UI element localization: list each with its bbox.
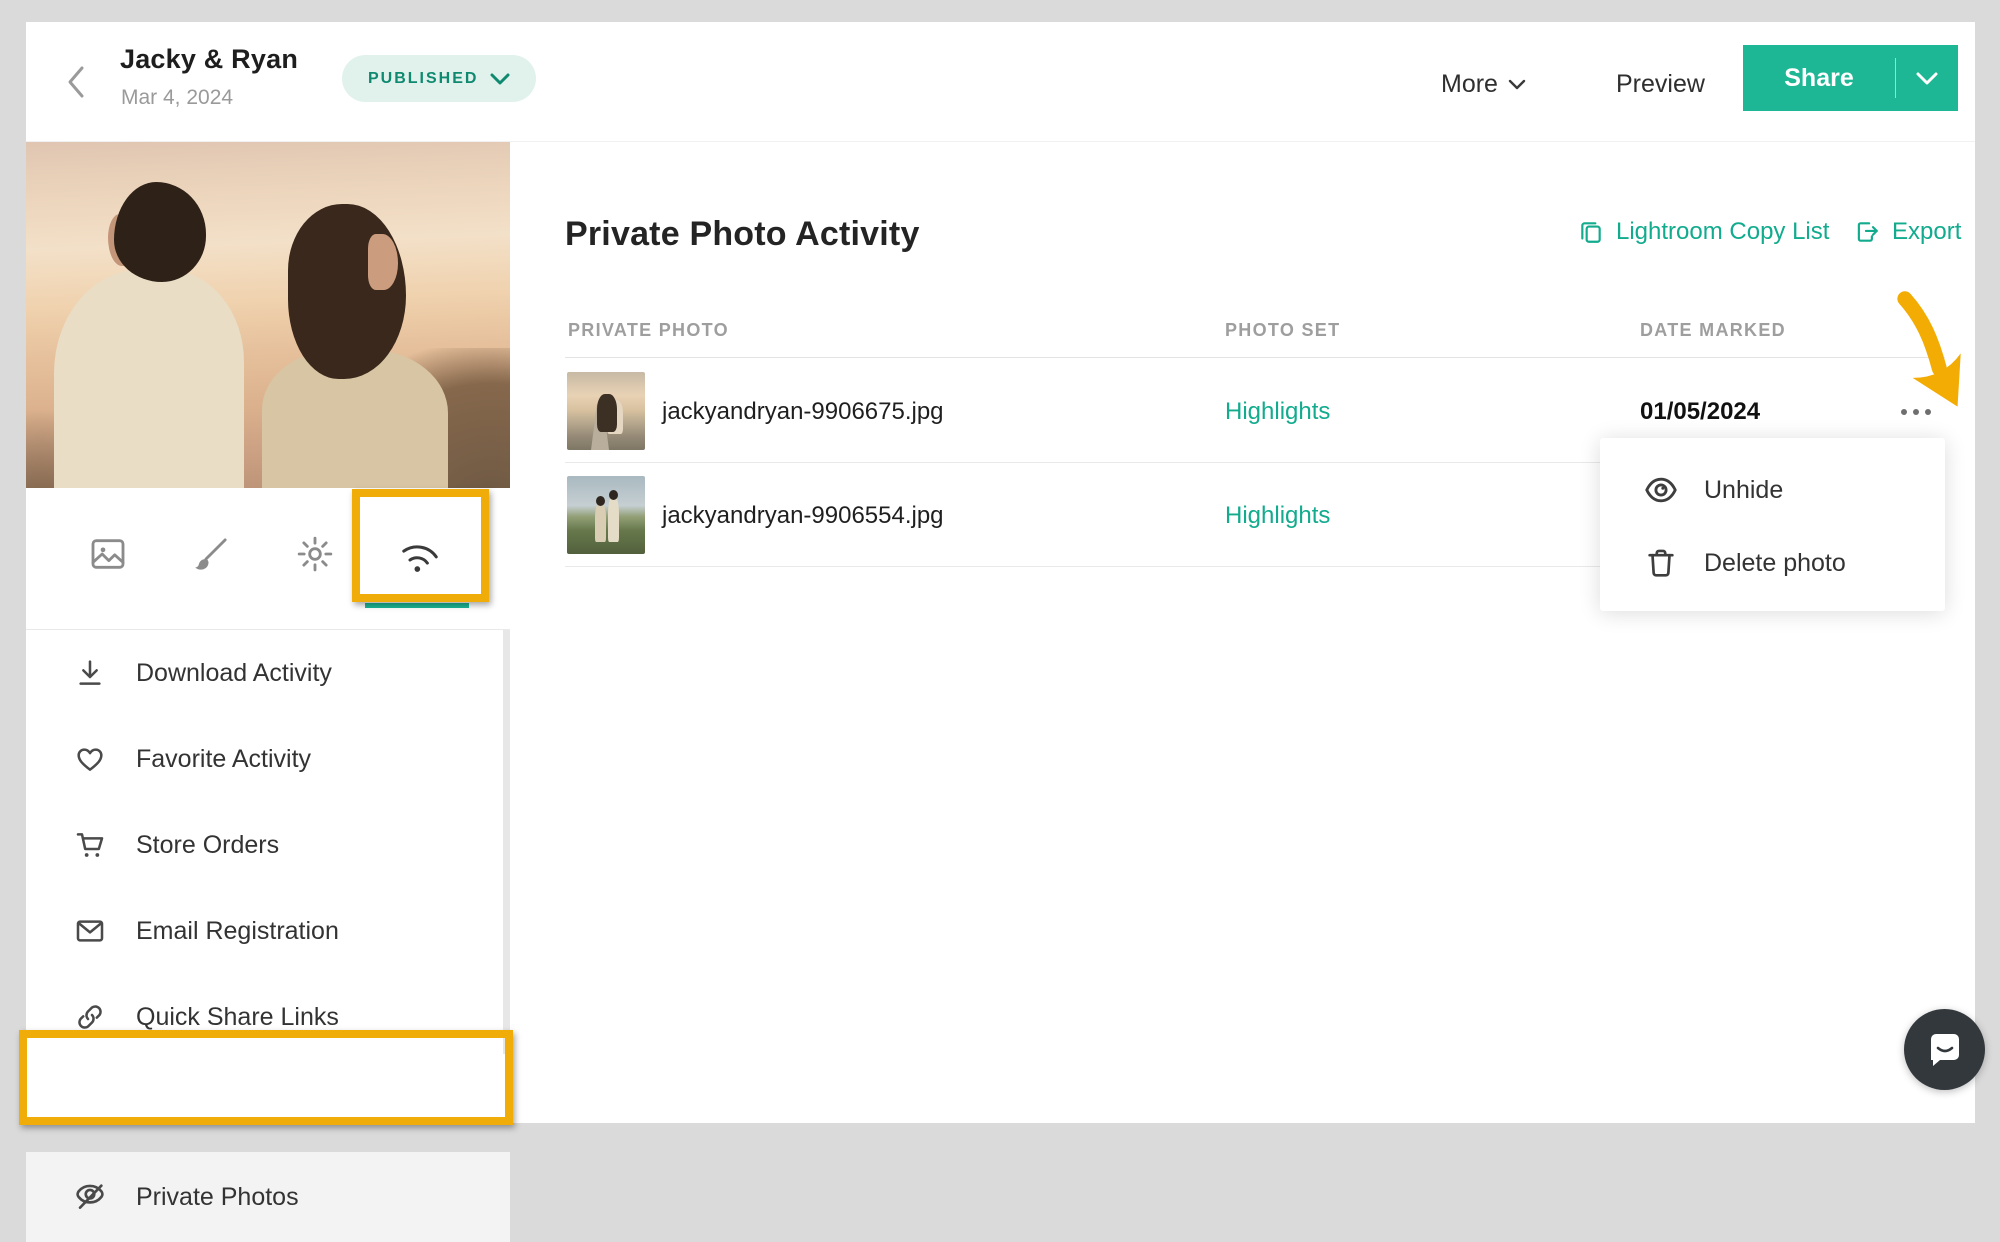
photo-thumbnail[interactable] [567,476,645,554]
sidebar-item-label: Quick Share Links [136,1003,339,1032]
tab-photos[interactable] [78,524,138,584]
gallery-date: Mar 4, 2024 [121,86,233,110]
chevron-down-icon [490,73,510,85]
tab-design[interactable] [181,524,241,584]
export-button[interactable]: Export [1854,218,1961,246]
menu-item-delete-photo[interactable]: Delete photo [1600,533,1945,593]
tab-activity[interactable] [390,524,450,584]
envelope-icon [72,913,108,949]
heart-icon [72,741,108,777]
thumbnail-figure-art [608,496,619,542]
sidebar-item-label: Private Photos [136,1183,299,1212]
sidebar-tab-bar [26,488,510,630]
gallery-title: Jacky & Ryan [120,44,298,75]
date-marked-value: 01/05/2024 [1640,398,1760,426]
export-icon [1854,218,1880,246]
more-menu-button[interactable]: More [1441,70,1526,99]
tab-settings[interactable] [285,524,345,584]
cart-icon [72,827,108,863]
menu-item-label: Delete photo [1704,549,1846,578]
status-label: PUBLISHED [368,70,478,88]
top-header: Jacky & Ryan Mar 4, 2024 PUBLISHED More … [26,22,1975,142]
back-button[interactable] [58,64,94,100]
trash-icon [1642,544,1680,582]
sidebar-item-favorite-activity[interactable]: Favorite Activity [26,716,510,802]
gallery-cover-photo[interactable] [26,142,510,488]
sidebar-item-label: Store Orders [136,831,279,860]
chat-widget-button[interactable] [1904,1009,1985,1090]
sidebar-item-quick-share-links[interactable]: Quick Share Links [26,974,510,1060]
activity-feed-icon [392,526,448,582]
share-button[interactable]: Share [1743,45,1958,111]
lightroom-copy-list-label: Lightroom Copy List [1616,218,1829,246]
link-icon [72,999,108,1035]
sidebar-item-label: Favorite Activity [136,745,311,774]
chat-bubble-icon [1923,1028,1967,1072]
sidebar-item-private-photos[interactable]: Private Photos [26,1152,510,1242]
sidebar-item-label: Download Activity [136,659,332,688]
sidebar-item-label: Email Registration [136,917,339,946]
page-title: Private Photo Activity [565,215,920,254]
sidebar-item-store-orders[interactable]: Store Orders [26,802,510,888]
gear-icon [295,534,335,574]
cover-person-left [54,270,244,488]
photo-filename: jackyandryan-9906675.jpg [662,398,944,426]
lightroom-copy-list-button[interactable]: Lightroom Copy List [1578,218,1829,246]
cover-face-right [368,234,398,290]
photo-set-link[interactable]: Highlights [1225,398,1330,426]
photo-thumbnail[interactable] [567,372,645,450]
sidebar-item-email-registration[interactable]: Email Registration [26,888,510,974]
share-caret-button[interactable] [1896,72,1958,85]
sidebar-scrollbar[interactable] [503,630,510,1054]
sidebar: Download Activity Favorite Activity Stor… [26,142,510,1123]
cover-head-left [114,182,206,282]
row-options-context-menu: Unhide Delete photo [1600,438,1945,611]
cover-head-right [288,204,406,379]
download-icon [72,655,108,691]
chevron-down-icon [1508,79,1526,90]
menu-item-label: Unhide [1704,476,1783,505]
column-header-photo-set: PHOTO SET [1225,320,1340,341]
active-tab-underline [365,603,469,608]
column-header-date-marked: DATE MARKED [1640,320,1786,341]
share-label: Share [1743,64,1895,93]
thumbnail-couple-art [597,394,617,432]
published-status-dropdown[interactable]: PUBLISHED [342,55,536,102]
preview-button[interactable]: Preview [1616,70,1705,99]
photo-set-link[interactable]: Highlights [1225,502,1330,530]
photo-filename: jackyandryan-9906554.jpg [662,502,944,530]
menu-item-unhide[interactable]: Unhide [1600,460,1945,520]
more-label: More [1441,70,1498,99]
copy-icon [1578,218,1604,246]
app-window: Jacky & Ryan Mar 4, 2024 PUBLISHED More … [26,22,1975,1123]
eye-off-icon [72,1179,108,1215]
eye-icon [1642,471,1680,509]
export-label: Export [1892,218,1961,246]
brush-icon [191,534,231,574]
row-options-button[interactable] [1901,402,1947,422]
column-header-private-photo: PRIVATE PHOTO [568,320,729,341]
sidebar-item-download-activity[interactable]: Download Activity [26,630,510,716]
table-header: PRIVATE PHOTO PHOTO SET DATE MARKED [565,312,1945,358]
thumbnail-figure-art [595,502,606,542]
image-icon [88,534,128,574]
sidebar-menu: Download Activity Favorite Activity Stor… [26,630,510,1123]
